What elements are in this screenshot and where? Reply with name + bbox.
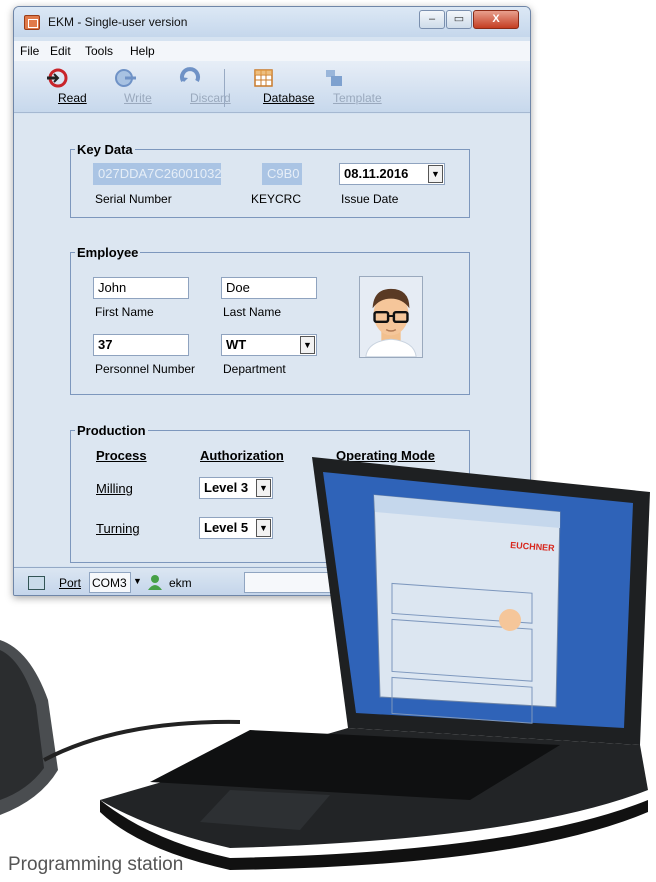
- template-button[interactable]: Template: [304, 63, 382, 111]
- keycrc-field: C9B0: [262, 163, 302, 185]
- port-select[interactable]: COM3: [89, 572, 131, 593]
- discard-button[interactable]: Discard: [164, 63, 231, 111]
- toolbar: Read Write Discard Database Template: [14, 61, 530, 113]
- keycrc-label: KEYCRC: [251, 192, 302, 206]
- menu-bar: File Edit Tools Help: [14, 41, 530, 61]
- menu-edit[interactable]: Edit: [50, 44, 71, 58]
- app-icon: [24, 15, 40, 30]
- laptop-base: [100, 728, 648, 848]
- menu-tools[interactable]: Tools: [85, 44, 113, 58]
- toolbar-separator: [224, 69, 225, 107]
- chevron-down-icon[interactable]: ▼: [256, 479, 271, 497]
- turning-authorization-value: Level 5: [204, 520, 249, 535]
- issue-date-picker[interactable]: 08.11.2016 ▼: [339, 163, 445, 185]
- process-turning: Turning: [96, 521, 140, 536]
- template-icon: [326, 70, 342, 86]
- port-value: COM3: [92, 576, 127, 590]
- last-name-field[interactable]: Doe: [221, 277, 317, 299]
- department-select[interactable]: WT ▼: [221, 334, 317, 356]
- serial-number-label: Serial Number: [95, 192, 172, 206]
- maximize-button[interactable]: ▭: [446, 10, 472, 29]
- chevron-down-icon[interactable]: ▼: [256, 519, 271, 537]
- key-data-legend: Key Data: [77, 142, 133, 157]
- menu-help[interactable]: Help: [130, 44, 155, 58]
- read-icon: [47, 68, 68, 88]
- personnel-number-label: Personnel Number: [95, 362, 196, 376]
- chevron-down-icon[interactable]: ▼: [300, 336, 315, 354]
- operating-mode-column-header: Operating Mode: [336, 448, 435, 463]
- first-name-field[interactable]: John: [93, 277, 189, 299]
- authorization-column-header: Authorization: [200, 448, 284, 463]
- issue-date-value: 08.11.2016: [344, 166, 409, 181]
- production-legend: Production: [77, 423, 146, 438]
- database-icon: [254, 69, 273, 87]
- read-button[interactable]: Read: [36, 63, 87, 111]
- chevron-down-icon[interactable]: ▼: [133, 576, 142, 586]
- employee-legend: Employee: [77, 245, 139, 260]
- write-button[interactable]: Write: [102, 63, 152, 111]
- title-bar[interactable]: EKM - Single-user version – ▭ X: [14, 7, 530, 37]
- user-name: ekm: [169, 576, 192, 590]
- first-name-label: First Name: [95, 305, 154, 319]
- write-icon: [115, 69, 136, 87]
- process-milling: Milling: [96, 481, 133, 496]
- status-bar: Port COM3 ▼ ekm: [14, 567, 530, 595]
- menu-file[interactable]: File: [20, 44, 39, 58]
- employee-photo[interactable]: [359, 276, 423, 358]
- close-button[interactable]: X: [473, 10, 519, 29]
- laptop-keyboard: [150, 730, 560, 800]
- caption: Programming station: [8, 854, 184, 875]
- personnel-number-field[interactable]: 37: [93, 334, 189, 356]
- chevron-down-icon[interactable]: ▼: [428, 165, 443, 183]
- last-name-label: Last Name: [223, 305, 282, 319]
- user-icon: [148, 575, 162, 590]
- milling-authorization-value: Level 3: [204, 480, 249, 495]
- avatar: [365, 288, 417, 358]
- status-message-field: [244, 572, 524, 593]
- programming-station-device: [0, 640, 58, 815]
- turning-authorization-select[interactable]: Level 5 ▼: [199, 517, 273, 539]
- serial-number-field: 027DDA7C26001032: [93, 163, 222, 185]
- department-label: Department: [223, 362, 286, 376]
- window-title: EKM - Single-user version: [48, 15, 188, 29]
- laptop-touchpad: [200, 790, 330, 830]
- database-button[interactable]: Database: [236, 63, 314, 111]
- main-content: Key Data 027DDA7C26001032 Serial Number …: [14, 114, 530, 566]
- discard-icon: [180, 67, 200, 82]
- port-icon: [28, 576, 45, 590]
- milling-authorization-select[interactable]: Level 3 ▼: [199, 477, 273, 499]
- issue-date-label: Issue Date: [341, 192, 399, 206]
- port-label: Port: [59, 576, 82, 590]
- department-value: WT: [226, 337, 247, 352]
- ekm-window: EKM - Single-user version – ▭ X File Edi…: [13, 6, 531, 596]
- minimize-button[interactable]: –: [419, 10, 445, 29]
- process-column-header: Process: [96, 448, 147, 463]
